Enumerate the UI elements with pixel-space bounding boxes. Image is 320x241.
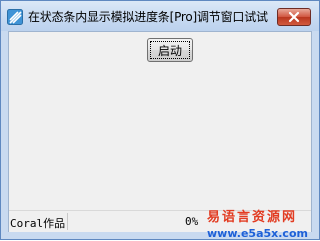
svg-text:易语言资源网: 易语言资源网 bbox=[207, 209, 297, 225]
close-icon bbox=[288, 11, 300, 23]
status-author-label: Coral作品 bbox=[10, 217, 66, 230]
status-progress-text: 0% bbox=[185, 215, 199, 228]
window-title: 在状态条内显示模拟进度条[Pro]调节窗口试试 bbox=[28, 10, 268, 24]
client-area: 启动 Coral作品 0% bbox=[8, 31, 312, 232]
site-watermark-logo: 易语言资源网 www.e5a5x.com bbox=[207, 209, 308, 240]
start-button[interactable]: 启动 bbox=[147, 38, 193, 62]
app-window: 在状态条内显示模拟进度条[Pro]调节窗口试试 启动 Coral作品 0% 易语… bbox=[0, 0, 320, 240]
status-separator bbox=[67, 213, 68, 230]
app-icon bbox=[7, 9, 23, 25]
svg-text:www.e5a5x.com: www.e5a5x.com bbox=[207, 227, 308, 240]
title-bar[interactable]: 在状态条内显示模拟进度条[Pro]调节窗口试试 bbox=[1, 1, 319, 31]
close-button[interactable] bbox=[277, 8, 311, 26]
